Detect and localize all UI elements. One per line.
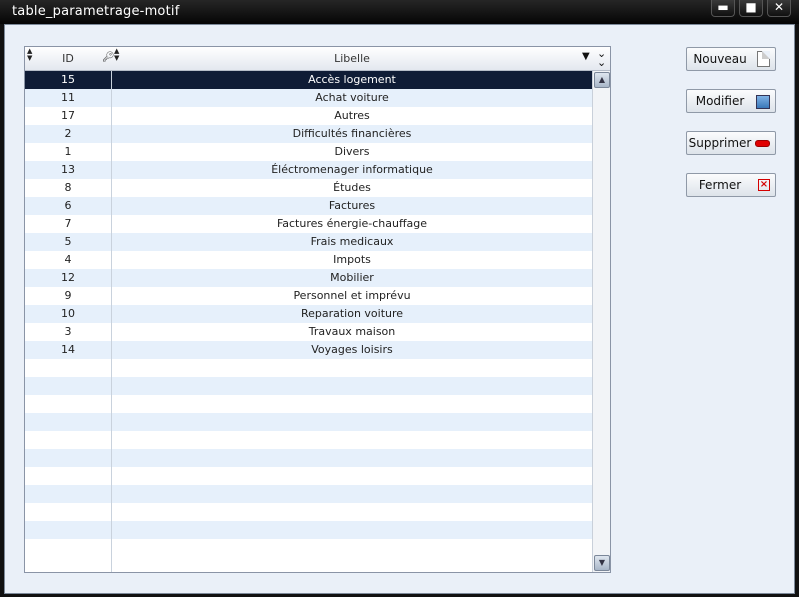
title-bar[interactable]: table_parametrage-motif ▬ ■ ✕: [0, 0, 799, 24]
cell-libelle: Difficultés financières: [292, 127, 412, 140]
cell-libelle: Frais medicaux: [310, 235, 394, 248]
window-title: table_parametrage-motif: [12, 4, 180, 19]
cell-libelle: Achat voiture: [315, 91, 389, 104]
table-header: ▲ ▼ ID 🔑︎ ▲ ▼ Libelle ▼ ⌄ ⌄: [25, 47, 610, 71]
column-header-id[interactable]: ID: [25, 47, 111, 70]
maximize-button[interactable]: ■: [739, 0, 763, 17]
cell-libelle: Éléctromenager informatique: [271, 163, 433, 176]
cell-id: 15: [61, 73, 75, 86]
cell-libelle: Accès logement: [308, 73, 396, 86]
cell-id: 11: [61, 91, 75, 104]
app-window: table_parametrage-motif ▬ ■ ✕ ▲ ▼ ID 🔑︎ ▲…: [0, 0, 799, 597]
cell-id: 4: [64, 253, 72, 266]
cell-libelle: Personnel et imprévu: [293, 289, 411, 302]
modifier-label: Modifier: [695, 94, 745, 108]
motif-table[interactable]: ▲ ▼ ID 🔑︎ ▲ ▼ Libelle ▼ ⌄ ⌄ 15 Accès logemen…: [24, 46, 611, 573]
modifier-button[interactable]: Modifier: [686, 89, 776, 113]
close-x-icon: ×: [758, 179, 770, 191]
cell-id: 13: [61, 163, 75, 176]
cell-id: 14: [61, 343, 75, 356]
cell-id: 3: [64, 325, 72, 338]
vertical-scrollbar[interactable]: ▲ ▼: [592, 71, 610, 572]
close-button[interactable]: ✕: [767, 0, 791, 17]
column-header-libelle[interactable]: Libelle: [112, 47, 592, 70]
cell-id: 12: [61, 271, 75, 284]
minimize-button[interactable]: ▬: [711, 0, 735, 17]
scroll-down-icon[interactable]: ▼: [594, 555, 610, 571]
cell-libelle: Travaux maison: [308, 325, 396, 338]
cell-libelle: Voyages loisirs: [311, 343, 393, 356]
cell-id: 2: [64, 127, 72, 140]
cell-libelle: Reparation voiture: [300, 307, 404, 320]
supprimer-label: Supprimer: [688, 136, 752, 150]
chevron-double-down-icon[interactable]: ⌄ ⌄: [597, 48, 606, 68]
column-divider: [111, 71, 112, 572]
cell-libelle: Factures énergie-chauffage: [276, 217, 428, 230]
cell-libelle: Impots: [333, 253, 371, 266]
cell-id: 9: [64, 289, 72, 302]
edit-image-icon: [756, 95, 770, 109]
cell-libelle: Factures: [328, 199, 376, 212]
new-document-icon: [757, 51, 770, 67]
window-client-area: ▲ ▼ ID 🔑︎ ▲ ▼ Libelle ▼ ⌄ ⌄ 15 Accès logemen…: [4, 24, 795, 594]
fermer-label: Fermer: [698, 178, 742, 192]
cell-libelle: Divers: [334, 145, 370, 158]
scroll-up-icon[interactable]: ▲: [594, 72, 610, 88]
cell-id: 7: [64, 217, 72, 230]
cell-id: 6: [64, 199, 72, 212]
cell-libelle: Mobilier: [330, 271, 374, 284]
cell-id: 8: [64, 181, 72, 194]
fermer-button[interactable]: Fermer ×: [686, 173, 776, 197]
nouveau-button[interactable]: Nouveau: [686, 47, 776, 71]
cell-id: 17: [61, 109, 75, 122]
supprimer-button[interactable]: Supprimer: [686, 131, 776, 155]
cell-id: 5: [64, 235, 72, 248]
cell-libelle: Études: [333, 181, 371, 194]
window-controls: ▬ ■ ✕: [711, 0, 791, 17]
cell-libelle: Autres: [334, 109, 370, 122]
cell-id: 1: [64, 145, 72, 158]
filter-icon[interactable]: ▼: [582, 51, 590, 62]
delete-minus-icon: [755, 140, 770, 147]
nouveau-label: Nouveau: [693, 52, 747, 66]
cell-id: 10: [61, 307, 75, 320]
